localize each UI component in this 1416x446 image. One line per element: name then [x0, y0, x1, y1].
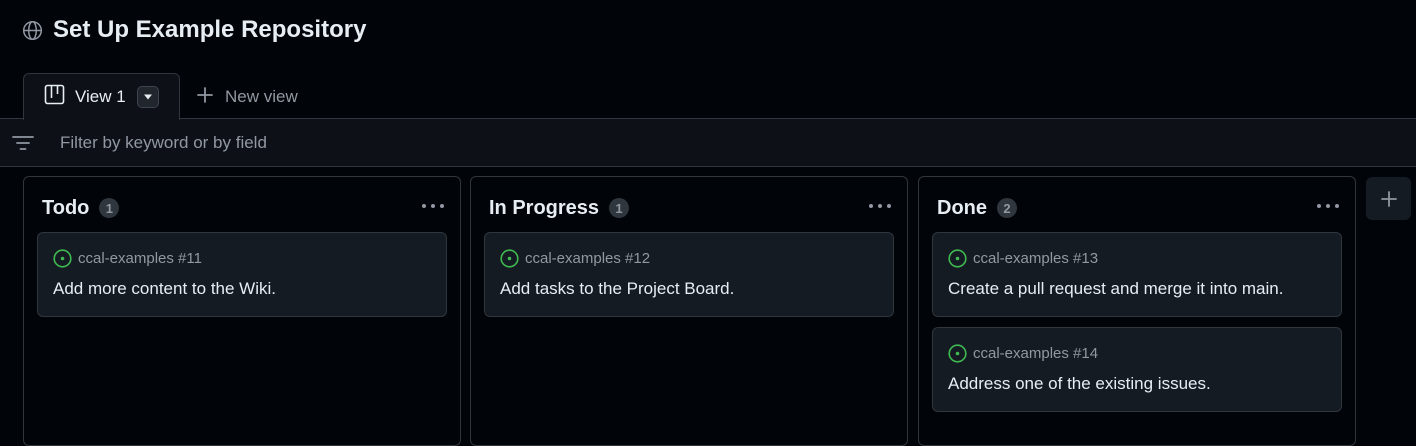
view-options-button[interactable]: [136, 86, 159, 108]
plus-icon: [196, 86, 214, 109]
card-meta: ccal-examples #14: [948, 343, 1098, 363]
card-meta: ccal-examples #13: [948, 248, 1098, 268]
card-title[interactable]: Add tasks to the Project Board.: [500, 279, 734, 299]
column-menu-button[interactable]: [422, 199, 444, 213]
kebab-dot-icon: [440, 204, 444, 208]
board-column-todo: Todo 1 ccal-examples #11 Add more conten…: [23, 176, 461, 446]
column-count-badge: 1: [99, 198, 120, 218]
plus-icon: [1380, 190, 1397, 207]
kebab-dot-icon: [878, 204, 882, 208]
issue-open-icon: [948, 343, 967, 363]
board-column-in-progress: In Progress 1 ccal-examples #12 Add task…: [470, 176, 908, 446]
column-count-badge: 2: [997, 198, 1017, 218]
page-title: Set Up Example Repository: [53, 16, 367, 43]
card-repo-ref[interactable]: ccal-examples #11: [78, 250, 202, 267]
issue-card[interactable]: ccal-examples #12 Add tasks to the Proje…: [484, 232, 894, 317]
new-view-label: New view: [225, 87, 298, 106]
card-title[interactable]: Add more content to the Wiki.: [53, 279, 276, 299]
kebab-dot-icon: [869, 204, 873, 208]
triangle-down-icon: [143, 94, 152, 100]
kebab-dot-icon: [422, 204, 426, 208]
board-icon: [44, 84, 65, 110]
project-title-row: Set Up Example Repository: [22, 14, 366, 46]
tab-view-1[interactable]: View 1: [23, 73, 180, 120]
issue-open-icon: [53, 248, 72, 268]
card-repo-ref[interactable]: ccal-examples #13: [973, 250, 1098, 267]
kebab-dot-icon: [1326, 204, 1330, 208]
kebab-dot-icon: [887, 204, 891, 208]
card-title[interactable]: Create a pull request and merge it into …: [948, 279, 1283, 299]
new-view-button[interactable]: New view: [196, 85, 298, 109]
project-header: Set Up Example Repository View 1 New vie…: [0, 0, 1416, 120]
card-meta: ccal-examples #12: [500, 248, 650, 268]
column-header: Todo 1: [42, 195, 120, 221]
column-header: Done 2: [937, 195, 1017, 221]
kebab-dot-icon: [1317, 204, 1321, 208]
issue-open-icon: [500, 248, 519, 268]
card-title[interactable]: Address one of the existing issues.: [948, 374, 1211, 394]
column-title: Done: [937, 196, 987, 219]
issue-card[interactable]: ccal-examples #14 Address one of the exi…: [932, 327, 1342, 412]
board-column-done: Done 2 ccal-examples #13 Create a pull r…: [918, 176, 1356, 446]
issue-open-icon: [948, 248, 967, 268]
column-title: In Progress: [489, 196, 600, 219]
card-meta: ccal-examples #11: [53, 248, 202, 268]
globe-icon: [22, 20, 43, 41]
issue-card[interactable]: ccal-examples #13 Create a pull request …: [932, 232, 1342, 317]
filter-icon[interactable]: [12, 134, 34, 157]
column-count-badge: 1: [609, 198, 630, 218]
column-title: Todo: [42, 196, 90, 219]
column-menu-button[interactable]: [869, 199, 891, 213]
filter-bar: [0, 119, 1416, 167]
card-repo-ref[interactable]: ccal-examples #14: [973, 345, 1098, 362]
kebab-dot-icon: [1335, 204, 1339, 208]
column-header: In Progress 1: [489, 195, 630, 221]
column-menu-button[interactable]: [1317, 199, 1339, 213]
filter-input[interactable]: [60, 131, 960, 155]
tab-label: View 1: [75, 87, 126, 106]
add-column-button[interactable]: [1366, 177, 1411, 220]
issue-card[interactable]: ccal-examples #11 Add more content to th…: [37, 232, 447, 317]
kebab-dot-icon: [431, 204, 435, 208]
card-repo-ref[interactable]: ccal-examples #12: [525, 250, 650, 267]
view-tabs: View 1 New view: [0, 73, 1416, 120]
